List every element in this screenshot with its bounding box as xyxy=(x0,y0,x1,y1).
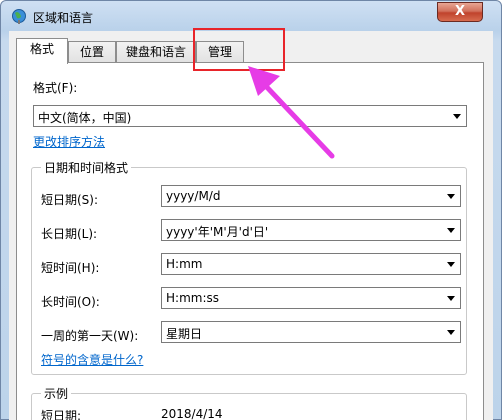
format-label: 格式(F): xyxy=(33,81,78,95)
short-date-value: yyyy/M/d xyxy=(166,189,221,203)
short-time-select[interactable]: H:mm xyxy=(161,253,461,275)
first-day-label: 一周的第一天(W): xyxy=(41,329,139,343)
long-time-label: 长时间(O): xyxy=(41,295,100,309)
chevron-down-icon xyxy=(447,296,455,301)
long-time-value: H:mm:ss xyxy=(166,291,219,305)
close-button[interactable]: X xyxy=(437,2,483,22)
chevron-down-icon xyxy=(447,194,455,199)
chevron-down-icon xyxy=(447,262,455,267)
first-day-value: 星期日 xyxy=(166,327,203,341)
example-group-title: 示例 xyxy=(41,385,72,402)
first-day-select[interactable]: 星期日 xyxy=(161,321,461,343)
long-date-value: yyyy'年'M'月'd'日' xyxy=(166,225,269,239)
chevron-down-icon xyxy=(453,114,461,119)
example-group xyxy=(31,393,467,420)
chevron-down-icon xyxy=(447,330,455,335)
short-time-label: 短时间(H): xyxy=(41,261,100,275)
example-short-date-value: 2018/4/14 xyxy=(161,407,223,420)
chevron-down-icon xyxy=(447,228,455,233)
long-date-label: 长日期(L): xyxy=(41,227,98,241)
long-time-select[interactable]: H:mm:ss xyxy=(161,287,461,309)
pointer-arrow-icon xyxy=(248,66,335,159)
globe-icon xyxy=(12,9,26,24)
short-time-value: H:mm xyxy=(166,257,203,271)
datetime-group-title: 日期和时间格式 xyxy=(41,159,132,176)
symbols-help-link[interactable]: 符号的含意是什么? xyxy=(41,351,143,368)
change-sorting-link[interactable]: 更改排序方法 xyxy=(33,133,105,150)
short-date-label: 短日期(S): xyxy=(41,193,99,207)
tab-formats[interactable]: 格式 xyxy=(16,38,68,64)
tab-location[interactable]: 位置 xyxy=(68,41,116,63)
close-icon: X xyxy=(454,4,466,19)
tab-label: 键盘和语言 xyxy=(125,45,186,59)
tab-label: 位置 xyxy=(79,45,104,59)
example-short-date-label: 短日期: xyxy=(41,409,82,420)
tab-keyboards-languages[interactable]: 键盘和语言 xyxy=(116,41,196,63)
short-date-select[interactable]: yyyy/M/d xyxy=(161,185,461,207)
title-bar[interactable]: 区域和语言 X xyxy=(1,1,501,31)
tab-label: 格式 xyxy=(29,42,54,56)
window-title: 区域和语言 xyxy=(33,11,94,25)
long-date-select[interactable]: yyyy'年'M'月'd'日' xyxy=(161,219,461,241)
format-value: 中文(简体，中国) xyxy=(38,111,132,125)
